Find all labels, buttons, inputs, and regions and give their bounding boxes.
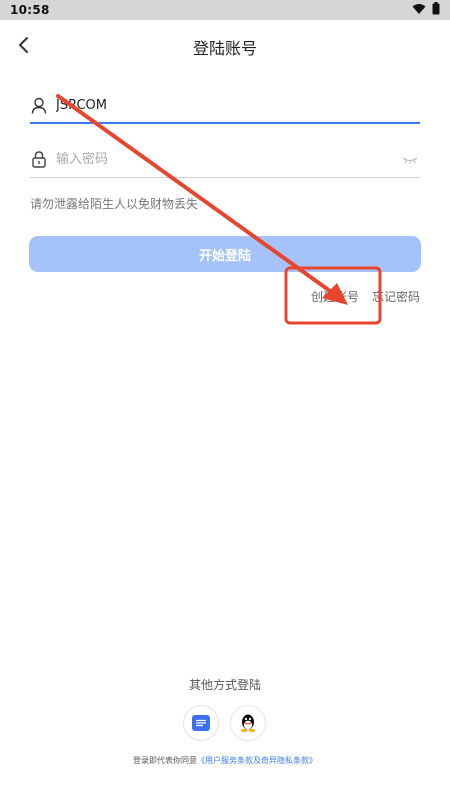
forgot-password-link[interactable]: 忘记密码 <box>372 288 420 305</box>
user-icon <box>30 96 48 114</box>
terms-notice: 登录即代表你同意《用户服务条款及奇异隐私条款》 <box>0 755 450 766</box>
account-input[interactable] <box>56 97 356 113</box>
top-bar: 登陆账号 <box>0 20 450 70</box>
status-time: 10:58 <box>10 3 50 17</box>
password-field[interactable] <box>30 144 420 174</box>
account-links: 创建账号 忘记密码 <box>311 288 420 305</box>
security-hint: 请勿泄露给陌生人以免财物丢失 <box>30 197 199 211</box>
other-login-title: 其他方式登陆 <box>188 678 261 692</box>
account-underline <box>30 122 420 124</box>
password-input[interactable] <box>56 151 356 167</box>
login-button[interactable]: 开始登陆 <box>29 236 421 272</box>
qq-icon <box>241 714 255 733</box>
battery-icon <box>432 2 440 15</box>
message-login-button[interactable] <box>183 705 219 741</box>
system-icons <box>412 2 440 15</box>
wifi-icon <box>412 3 426 14</box>
message-icon <box>192 715 210 731</box>
eye-closed-icon[interactable] <box>402 150 418 169</box>
page-title: 登陆账号 <box>192 39 257 58</box>
password-underline <box>30 177 420 178</box>
account-field[interactable] <box>30 90 420 120</box>
terms-prefix: 登录即代表你同意 <box>133 756 197 765</box>
terms-link[interactable]: 《用户服务条款及奇异隐私条款》 <box>197 756 317 765</box>
status-bar: 10:58 <box>0 0 450 20</box>
create-account-link[interactable]: 创建账号 <box>311 288 359 305</box>
qq-login-button[interactable] <box>230 705 266 741</box>
lock-icon <box>30 150 48 168</box>
